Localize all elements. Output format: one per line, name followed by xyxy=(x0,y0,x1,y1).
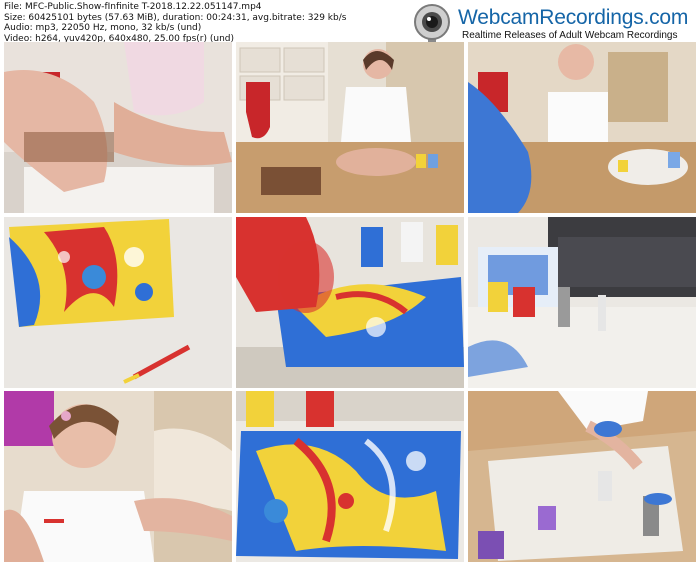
thumbnail-7 xyxy=(4,391,232,562)
thumbnail-9 xyxy=(468,391,696,562)
file-size: Size: 60425101 bytes (57.63 MiB), durati… xyxy=(4,12,347,23)
thumbnail-5 xyxy=(236,217,464,388)
thumbnail-8-scene xyxy=(236,391,464,562)
thumbnail-9-scene xyxy=(468,391,696,562)
thumbnail-2 xyxy=(236,42,464,213)
thumbnail-3 xyxy=(468,42,696,213)
thumbnail-4 xyxy=(4,217,232,388)
audio-info: Audio: mp3, 22050 Hz, mono, 32 kb/s (und… xyxy=(4,23,202,33)
thumbnail-2-scene xyxy=(236,42,464,213)
file-info: File: MFC-Public.Show-fInfinite T-2018.1… xyxy=(4,2,346,44)
file-name: File: MFC-Public.Show-fInfinite T-2018.1… xyxy=(4,2,262,12)
logo-subtitle: Realtime Releases of Adult Webcam Record… xyxy=(462,30,678,41)
thumbnail-6 xyxy=(468,217,696,388)
thumbnail-5-scene xyxy=(236,217,464,388)
thumbnail-7-scene xyxy=(4,391,232,562)
logo-title: WebcamRecordings.com xyxy=(458,6,689,29)
thumbnail-4-scene xyxy=(4,217,232,388)
site-logo: WebcamRecordings.com Realtime Releases o… xyxy=(404,2,698,56)
thumbnail-3-scene xyxy=(468,42,696,213)
thumbnail-1-scene xyxy=(4,42,232,213)
thumbnail-6-scene xyxy=(468,217,696,388)
thumbnail-1 xyxy=(4,42,232,213)
thumbnail-8 xyxy=(236,391,464,562)
